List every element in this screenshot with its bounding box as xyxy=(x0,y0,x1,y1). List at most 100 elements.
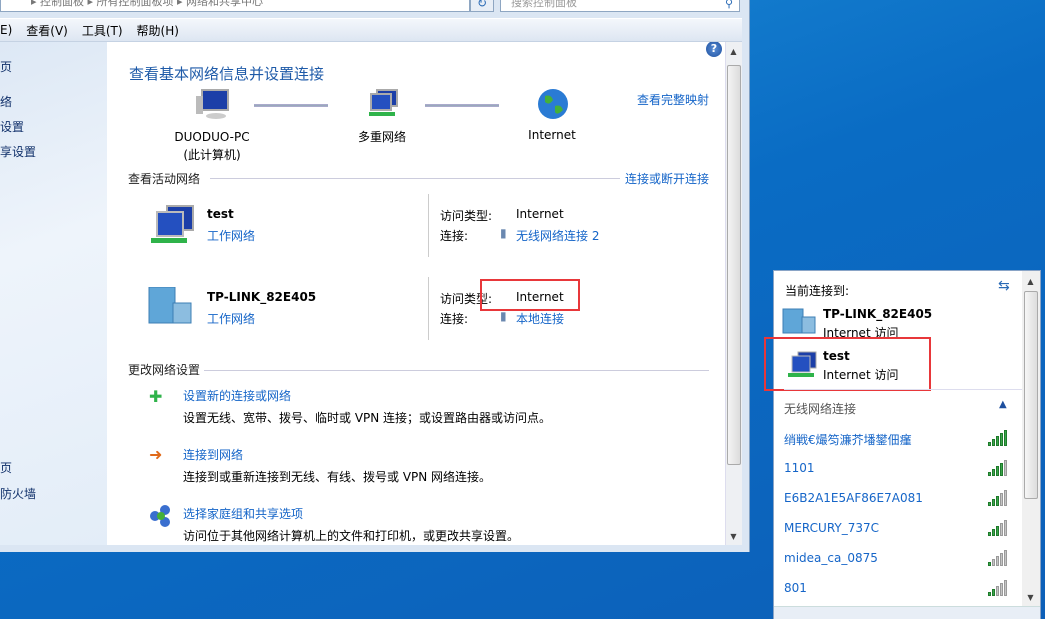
signal-bar xyxy=(988,532,991,536)
signal-bar xyxy=(988,562,991,566)
signal-bar xyxy=(1004,490,1007,506)
connect-network-icon: ➜ xyxy=(149,445,162,464)
wifi-network-item[interactable]: 绡戦€熶笉濂芥墦鐢佃瘽 xyxy=(774,430,1022,452)
sidebar-item-options[interactable]: 页 xyxy=(0,459,12,476)
menu-edit[interactable]: E) xyxy=(0,23,12,37)
task-link[interactable]: 选择家庭组和共享选项 xyxy=(183,505,303,522)
wireless-heading: 无线网络连接 xyxy=(784,400,856,417)
connection-link[interactable]: 本地连接 xyxy=(516,310,564,327)
address-bar[interactable]: ▸ 控制面板 ▸ 所有控制面板项 ▸ 网络和共享中心 xyxy=(0,0,470,12)
wifi-network-item[interactable]: midea_ca_0875 xyxy=(774,550,1022,572)
task-link[interactable]: 设置新的连接或网络 xyxy=(183,387,291,404)
scroll-thumb[interactable] xyxy=(727,65,741,465)
signal-bar xyxy=(992,559,995,566)
homegroup-icon xyxy=(149,504,173,531)
menu-tools[interactable]: 工具(T) xyxy=(82,22,123,39)
page-title: 查看基本网络信息并设置连接 xyxy=(129,63,324,84)
signal-bar xyxy=(992,589,995,596)
task-description: 访问位于其他网络计算机上的文件和打印机，或更改共享设置。 xyxy=(183,527,519,544)
access-type-value: Internet xyxy=(516,207,564,221)
internet-label: Internet xyxy=(507,128,597,142)
collapse-icon[interactable]: ▲ xyxy=(999,399,1007,410)
wifi-network-item[interactable]: MERCURY_737C xyxy=(774,520,1022,542)
building-network-icon xyxy=(147,287,197,328)
search-icon: ⚲ xyxy=(725,0,733,12)
signal-bar xyxy=(1000,433,1003,446)
signal-strength-icon xyxy=(988,428,1010,446)
signal-bar xyxy=(996,436,999,446)
sidebar-item-sharing-settings[interactable]: 享设置 xyxy=(0,143,36,160)
network-name: TP-LINK_82E405 xyxy=(207,290,316,304)
divider xyxy=(210,178,620,179)
adapter-icon: ▮ xyxy=(500,309,507,323)
signal-bar xyxy=(988,502,991,506)
main-content: 查看基本网络信息并设置连接 ? 查看完整映射 DUODUO-PC (此计算机) … xyxy=(107,42,725,545)
connection-link[interactable]: 无线网络连接 2 xyxy=(516,227,599,244)
internet-globe-icon xyxy=(537,88,569,123)
task-link[interactable]: 连接到网络 xyxy=(183,446,243,463)
menu-help[interactable]: 帮助(H) xyxy=(137,22,179,39)
signal-bar xyxy=(996,556,999,566)
wifi-network-item[interactable]: E6B2A1E5AF86E7A081 xyxy=(774,490,1022,512)
network-flyout: 当前连接到: ⇆ TP-LINK_82E405 Internet 访问 test… xyxy=(773,270,1041,619)
signal-bar xyxy=(1004,430,1007,446)
signal-strength-icon xyxy=(988,488,1010,506)
signal-bar xyxy=(1004,580,1007,596)
help-icon[interactable]: ? xyxy=(706,42,722,57)
signal-bar xyxy=(992,529,995,536)
signal-bar xyxy=(1004,460,1007,476)
sidebar-item-home[interactable]: 页 xyxy=(0,58,12,75)
scroll-down-icon[interactable]: ▼ xyxy=(726,532,741,541)
scroll-up-icon[interactable]: ▲ xyxy=(1023,277,1038,286)
multiple-networks-icon xyxy=(365,88,401,123)
multiple-networks-label: 多重网络 xyxy=(337,128,427,145)
main-scrollbar[interactable]: ▲ ▼ xyxy=(725,42,742,545)
signal-bar xyxy=(1000,463,1003,476)
highlight-box xyxy=(764,337,931,391)
menu-bar: E) 查看(V) 工具(T) 帮助(H) xyxy=(0,18,742,42)
wifi-network-item[interactable]: 801 xyxy=(774,580,1022,602)
connect-disconnect-link[interactable]: 连接或断开连接 xyxy=(625,170,709,187)
task-description: 设置无线、宽带、拨号、临时或 VPN 连接；或设置路由器或访问点。 xyxy=(183,409,551,426)
access-type-label: 访问类型: xyxy=(440,207,492,224)
sidebar: 页 络 设置 享设置 页 防火墙 xyxy=(0,42,107,545)
refresh-networks-icon[interactable]: ⇆ xyxy=(998,278,1010,294)
scroll-thumb[interactable] xyxy=(1024,291,1038,499)
signal-bar xyxy=(996,526,999,536)
network-sharing-center-window: ▸ 控制面板 ▸ 所有控制面板项 ▸ 网络和共享中心 ↻ 搜索控制面板 ⚲ E) … xyxy=(0,0,750,552)
signal-bar xyxy=(992,439,995,446)
task-description: 连接到或重新连接到无线、有线、拨号或 VPN 网络连接。 xyxy=(183,468,491,485)
network-type-link[interactable]: 工作网络 xyxy=(207,310,255,327)
wifi-network-item[interactable]: 1101 xyxy=(774,460,1022,482)
scroll-down-icon[interactable]: ▼ xyxy=(1023,593,1038,602)
network-name: test xyxy=(207,207,234,221)
sidebar-item-adapter-settings[interactable]: 设置 xyxy=(0,118,24,135)
flyout-scrollbar[interactable]: ▲ ▼ xyxy=(1022,271,1040,606)
signal-bar xyxy=(1000,523,1003,536)
signal-bar xyxy=(992,469,995,476)
wifi-ssid: 801 xyxy=(784,581,807,595)
wireless-network-icon xyxy=(147,204,197,253)
menu-view[interactable]: 查看(V) xyxy=(26,22,68,39)
signal-strength-icon xyxy=(988,458,1010,476)
change-settings-heading: 更改网络设置 xyxy=(128,361,200,378)
wifi-ssid: 绡戦€熶笉濂芥墦鐢佃瘽 xyxy=(784,431,912,448)
new-connection-icon: ✚ xyxy=(149,387,162,406)
network-type-link[interactable]: 工作网络 xyxy=(207,227,255,244)
view-full-map-link[interactable]: 查看完整映射 xyxy=(637,91,709,108)
sidebar-item-manage-networks[interactable]: 络 xyxy=(0,93,12,110)
computer-icon xyxy=(194,88,230,123)
connection-label: 连接: xyxy=(440,227,468,244)
scroll-up-icon[interactable]: ▲ xyxy=(726,47,741,56)
active-networks-heading: 查看活动网络 xyxy=(128,170,200,187)
computer-name: DUODUO-PC xyxy=(157,128,267,146)
signal-bar xyxy=(996,496,999,506)
search-placeholder: 搜索控制面板 xyxy=(511,0,577,9)
refresh-icon: ↻ xyxy=(477,0,487,10)
signal-bar xyxy=(988,592,991,596)
wifi-ssid: MERCURY_737C xyxy=(784,521,879,535)
refresh-button[interactable]: ↻ xyxy=(470,0,494,12)
search-input[interactable]: 搜索控制面板 ⚲ xyxy=(500,0,740,12)
sidebar-item-firewall[interactable]: 防火墙 xyxy=(0,485,36,502)
signal-bar xyxy=(996,586,999,596)
